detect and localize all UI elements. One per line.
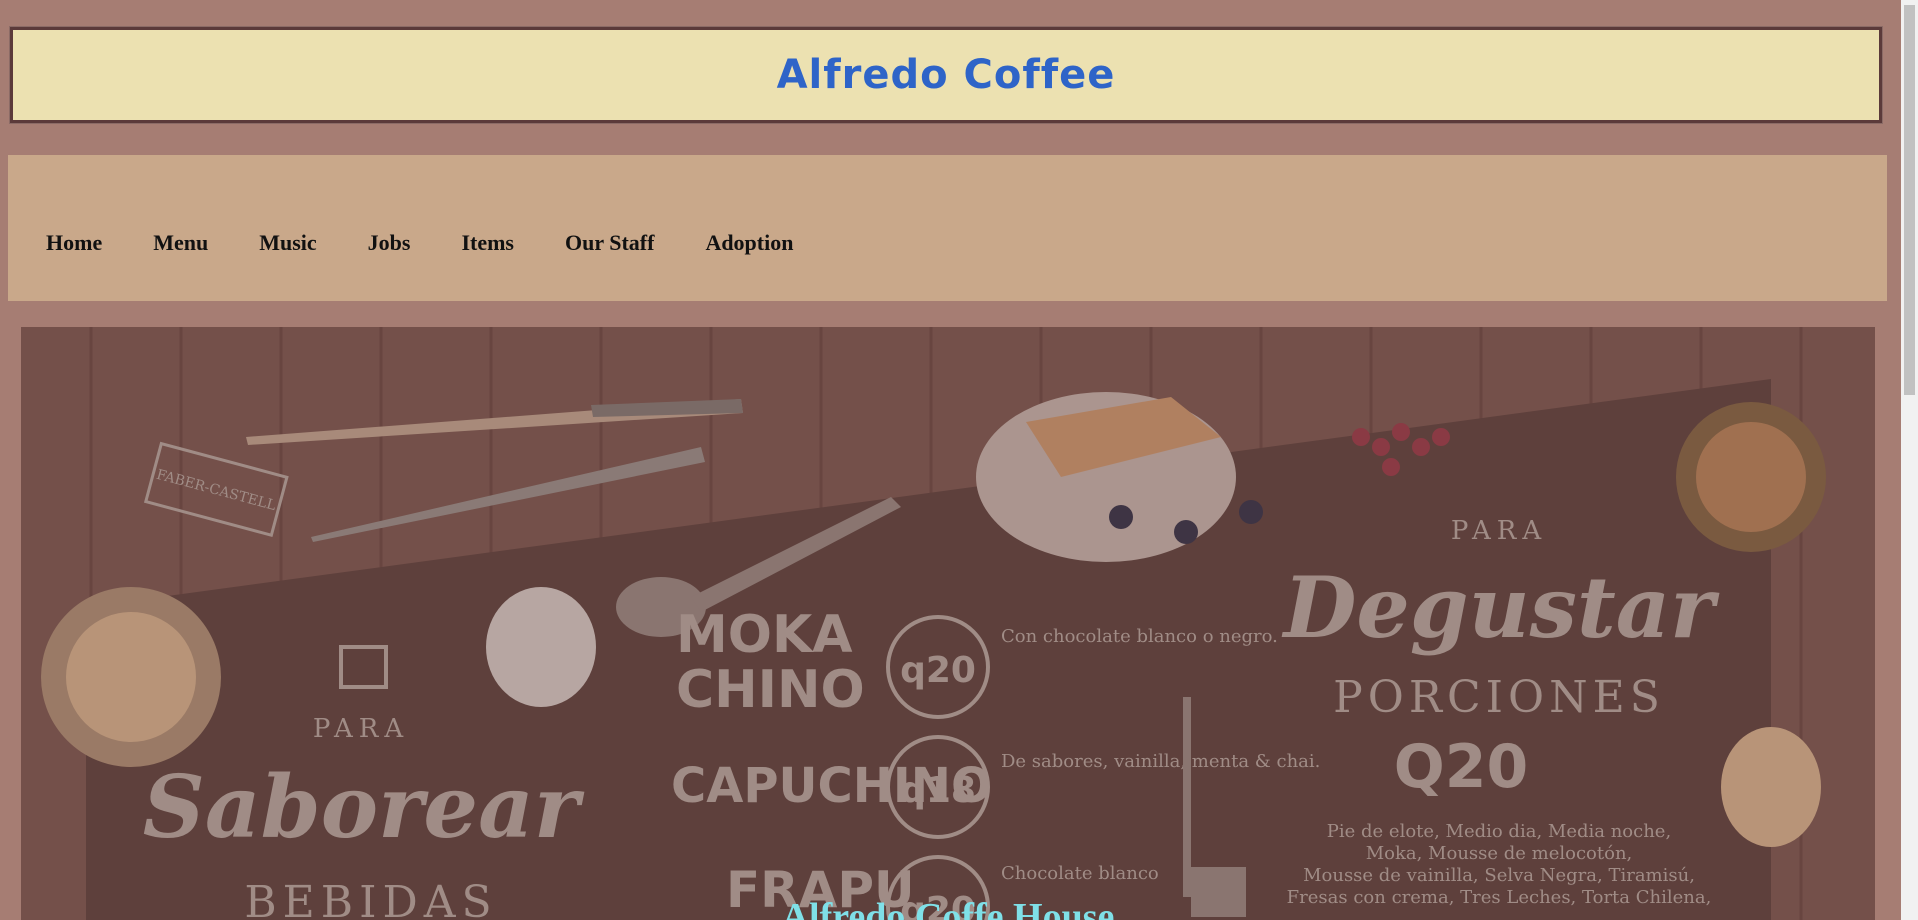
q20-label: Q20 — [1394, 732, 1529, 802]
desc-2: De sabores, vainilla, menta & chai. — [1001, 751, 1320, 772]
desc-1: Con chocolate blanco o negro. — [1001, 626, 1278, 647]
price-1: q20 — [900, 650, 976, 691]
nav-home[interactable]: Home — [46, 230, 102, 256]
chino-label: CHINO — [676, 660, 865, 720]
nav-our-staff[interactable]: Our Staff — [565, 230, 654, 256]
para-right-label: PARA — [1451, 516, 1547, 546]
menu-line-1: Pie de elote, Medio dia, Media noche, — [1327, 821, 1671, 842]
price-2: q18 — [900, 770, 976, 811]
scrollbar-thumb[interactable] — [1904, 5, 1915, 395]
nav-jobs[interactable]: Jobs — [368, 230, 411, 256]
vertical-scrollbar[interactable] — [1901, 0, 1918, 920]
hero-title: Alfredo Coffe House — [781, 896, 1115, 920]
saborear-label: Saborear — [143, 757, 585, 858]
page: Alfredo Coffee Home Menu Music Jobs Item… — [0, 0, 1918, 920]
nav-adoption[interactable]: Adoption — [705, 230, 793, 256]
hero-banner: FABER-CASTELL PARA Saborear BEBIDAS MOKA… — [21, 327, 1875, 920]
porciones-label: PORCIONES — [1333, 672, 1665, 723]
main-nav: Home Menu Music Jobs Items Our Staff Ado… — [8, 155, 1887, 301]
site-header: Alfredo Coffee — [9, 26, 1883, 124]
nav-menu[interactable]: Menu — [153, 230, 208, 256]
moka-label: MOKA — [676, 605, 853, 665]
menu-line-3: Mousse de vainilla, Selva Negra, Tiramis… — [1303, 865, 1695, 886]
para-left-label: PARA — [313, 714, 409, 744]
menu-line-2: Moka, Mousse de melocotón, — [1366, 843, 1633, 864]
nav-music[interactable]: Music — [259, 230, 316, 256]
desc-3: Chocolate blanco — [1001, 863, 1159, 884]
nav-items[interactable]: Items — [461, 230, 514, 256]
hero-image: FABER-CASTELL PARA Saborear BEBIDAS MOKA… — [21, 327, 1875, 920]
degustar-label: Degustar — [1282, 558, 1721, 657]
site-title: Alfredo Coffee — [776, 52, 1116, 98]
